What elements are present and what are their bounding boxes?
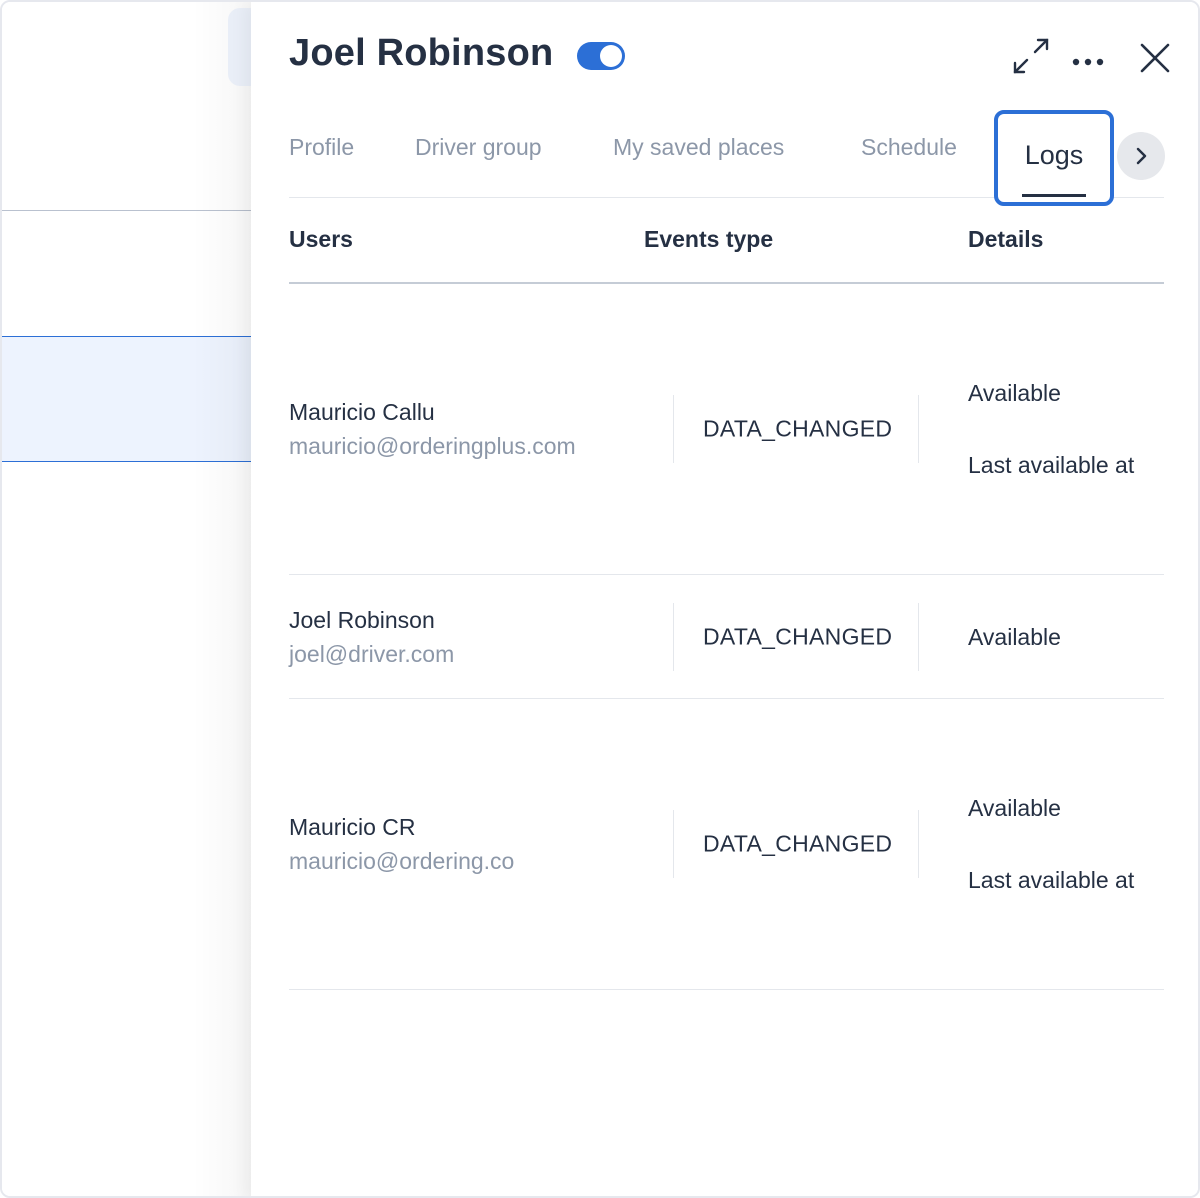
detail-item: Last available at — [968, 452, 1135, 478]
user-cell: Mauricio CR mauricio@ordering.co — [289, 810, 514, 878]
detail-item: Available — [968, 795, 1061, 821]
tabs-scroll-right-button[interactable] — [1117, 132, 1165, 180]
table-row: Joel Robinson joel@driver.com DATA_CHANG… — [289, 575, 1164, 699]
event-type: DATA_CHANGED — [703, 830, 893, 857]
user-cell: Mauricio Callu mauricio@orderingplus.com — [289, 395, 576, 463]
column-header-users: Users — [289, 226, 353, 252]
table-row: Mauricio CR mauricio@ordering.co DATA_CH… — [289, 699, 1164, 990]
column-divider — [673, 395, 674, 463]
close-button[interactable] — [1131, 32, 1179, 80]
column-divider — [918, 810, 919, 878]
expand-button[interactable] — [1007, 32, 1055, 80]
detail-item: Available — [968, 623, 1061, 650]
app-window: Joel Robinson Profile Driver group My sa… — [0, 0, 1200, 1198]
detail-item: Available — [968, 380, 1061, 406]
user-name: Mauricio CR — [289, 814, 416, 840]
more-icon — [1072, 58, 1104, 66]
details-cell: Available Last available at — [968, 376, 1134, 482]
column-header-details: Details — [968, 226, 1044, 252]
chevron-right-icon — [1136, 147, 1147, 165]
tab-profile[interactable]: Profile — [289, 134, 354, 161]
column-divider — [673, 810, 674, 878]
more-options-button[interactable] — [1064, 34, 1112, 82]
expand-icon — [1013, 38, 1049, 74]
user-email: mauricio@orderingplus.com — [289, 433, 576, 459]
tab-my-saved-places[interactable]: My saved places — [613, 134, 784, 161]
user-name: Joel Robinson — [289, 606, 435, 633]
event-type: DATA_CHANGED — [703, 415, 893, 442]
column-header-events-type: Events type — [644, 226, 774, 252]
details-cell: Available — [968, 620, 1061, 654]
tab-driver-group[interactable]: Driver group — [415, 134, 542, 161]
event-type: DATA_CHANGED — [703, 623, 893, 649]
column-divider — [918, 602, 919, 671]
drawer-title: Joel Robinson — [289, 32, 554, 74]
tab-schedule[interactable]: Schedule — [861, 134, 957, 161]
tab-logs-label: Logs — [1024, 140, 1084, 170]
tab-logs[interactable]: Logs — [994, 110, 1114, 206]
column-divider — [673, 602, 674, 671]
detail-item: Last available at — [968, 867, 1135, 893]
details-cell: Available Last available at — [968, 791, 1134, 897]
background-page — [2, 2, 252, 1196]
drawer-shadow — [192, 2, 252, 1196]
user-email: joel@driver.com — [289, 640, 455, 667]
close-icon — [1140, 43, 1170, 73]
column-divider — [918, 395, 919, 463]
active-tab-indicator — [1022, 194, 1086, 197]
driver-enabled-toggle[interactable] — [577, 42, 625, 70]
logs-table-header: Users Events type Details — [289, 198, 1164, 284]
table-row: Mauricio Callu mauricio@orderingplus.com… — [289, 284, 1164, 575]
driver-detail-drawer: Joel Robinson Profile Driver group My sa… — [251, 2, 1198, 1196]
user-cell: Joel Robinson joel@driver.com — [289, 603, 454, 671]
tab-bar: Profile Driver group My saved places Sch… — [289, 108, 1165, 206]
toggle-knob — [600, 45, 622, 67]
user-name: Mauricio Callu — [289, 399, 435, 425]
user-email: mauricio@ordering.co — [289, 848, 515, 874]
